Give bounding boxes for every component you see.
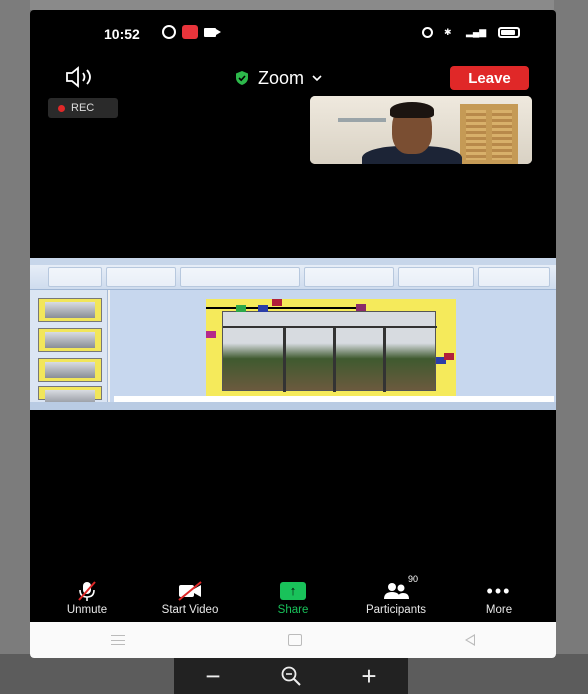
- share-label: Share: [277, 604, 309, 616]
- zoom-in-button[interactable]: +: [354, 661, 384, 691]
- slide-marker: [272, 299, 282, 306]
- photo-structure-line: [283, 326, 286, 392]
- start-video-button[interactable]: Start Video: [147, 580, 233, 622]
- app-title: Zoom: [258, 67, 305, 88]
- background-blur-left: [0, 0, 30, 694]
- ppt-slide: [206, 299, 456, 397]
- recording-badge: REC: [48, 98, 118, 118]
- participant-count: 90: [408, 574, 419, 584]
- slide-marker: [356, 304, 366, 311]
- ppt-ribbon-group: [398, 267, 474, 287]
- ppt-ribbon-group: [180, 267, 300, 287]
- ppt-slide-area: [110, 290, 556, 402]
- signal-icon: ▂▄▆: [466, 27, 487, 37]
- location-icon: [422, 27, 433, 38]
- share-button[interactable]: ↑ Share: [250, 580, 336, 622]
- mic-muted-icon: [73, 580, 101, 602]
- sim-icon: ✱: [444, 27, 452, 37]
- more-label: More: [485, 604, 513, 616]
- ppt-ribbon-group: [106, 267, 176, 287]
- participants-label: Participants: [365, 604, 427, 616]
- slide-line: [206, 307, 366, 309]
- participant-hair: [390, 102, 434, 118]
- meeting-title-button[interactable]: Zoom: [234, 66, 322, 90]
- camera-notification-icon: [204, 28, 221, 37]
- photo-structure-line: [333, 326, 336, 392]
- photo-structure-line: [383, 326, 386, 392]
- slide-thumbnail: [38, 358, 102, 382]
- speaker-button[interactable]: [64, 66, 96, 88]
- notification-app-icon: [182, 25, 198, 39]
- more-dots-icon: •••: [486, 581, 512, 601]
- slide-thumbnail: [38, 386, 102, 406]
- ppt-ribbon: [30, 258, 556, 290]
- ppt-status-bar: [30, 402, 556, 410]
- home-icon[interactable]: [287, 634, 302, 646]
- video-door: [460, 104, 518, 164]
- ppt-slide-thumbnails: [30, 290, 108, 406]
- rec-label: REC: [71, 102, 95, 114]
- ppt-titlebar: [30, 258, 556, 265]
- shared-screen[interactable]: [30, 258, 556, 410]
- zoom-reset-button[interactable]: [276, 661, 306, 691]
- self-video-thumbnail[interactable]: [310, 96, 532, 164]
- unmute-button[interactable]: Unmute: [44, 580, 130, 622]
- viewer-zoom-controls: − +: [174, 658, 408, 694]
- leave-button[interactable]: Leave: [450, 66, 529, 90]
- background-blur-top: [0, 0, 588, 10]
- slide-marker: [206, 331, 216, 338]
- slide-marker: [258, 305, 268, 312]
- background-blur-right: [554, 0, 588, 694]
- android-nav-bar: [30, 622, 556, 658]
- slide-marker: [236, 305, 246, 312]
- shield-icon: [236, 71, 248, 85]
- video-off-icon: [176, 580, 204, 602]
- start-video-label: Start Video: [161, 604, 219, 616]
- ppt-ribbon-group: [304, 267, 394, 287]
- ppt-ribbon-group: [478, 267, 550, 287]
- status-bar: 10:52 ✱ ▂▄▆: [30, 10, 556, 54]
- chevron-down-icon: [312, 75, 322, 82]
- status-time: 10:52: [104, 26, 140, 42]
- magnifier-icon: [281, 666, 301, 686]
- share-arrow-icon: ↑: [279, 580, 307, 602]
- video-shelf: [338, 118, 386, 122]
- speaker-icon: [66, 66, 91, 88]
- whatsapp-icon: [162, 25, 176, 39]
- phone-screen: 10:52 ✱ ▂▄▆ Zoom Leave REC Unmute Start …: [30, 10, 556, 658]
- unmute-label: Unmute: [66, 604, 108, 616]
- more-button[interactable]: ••• More: [456, 580, 542, 622]
- recent-apps-icon[interactable]: [111, 635, 126, 645]
- back-icon[interactable]: [464, 634, 475, 646]
- meeting-toolbar: Unmute Start Video ↑ Share 90 Participan…: [30, 574, 556, 622]
- participants-icon: 90: [382, 574, 418, 602]
- ppt-ribbon-group: [48, 267, 102, 287]
- battery-icon: [498, 27, 520, 38]
- substation-photo: [222, 311, 437, 392]
- photo-structure-line: [223, 326, 437, 328]
- slide-thumbnail: [38, 328, 102, 352]
- record-dot-icon: [58, 104, 65, 112]
- participants-button[interactable]: 90 Participants: [353, 574, 439, 622]
- slide-thumbnail: [38, 298, 102, 322]
- slide-marker: [444, 353, 454, 360]
- zoom-out-button[interactable]: −: [198, 661, 228, 691]
